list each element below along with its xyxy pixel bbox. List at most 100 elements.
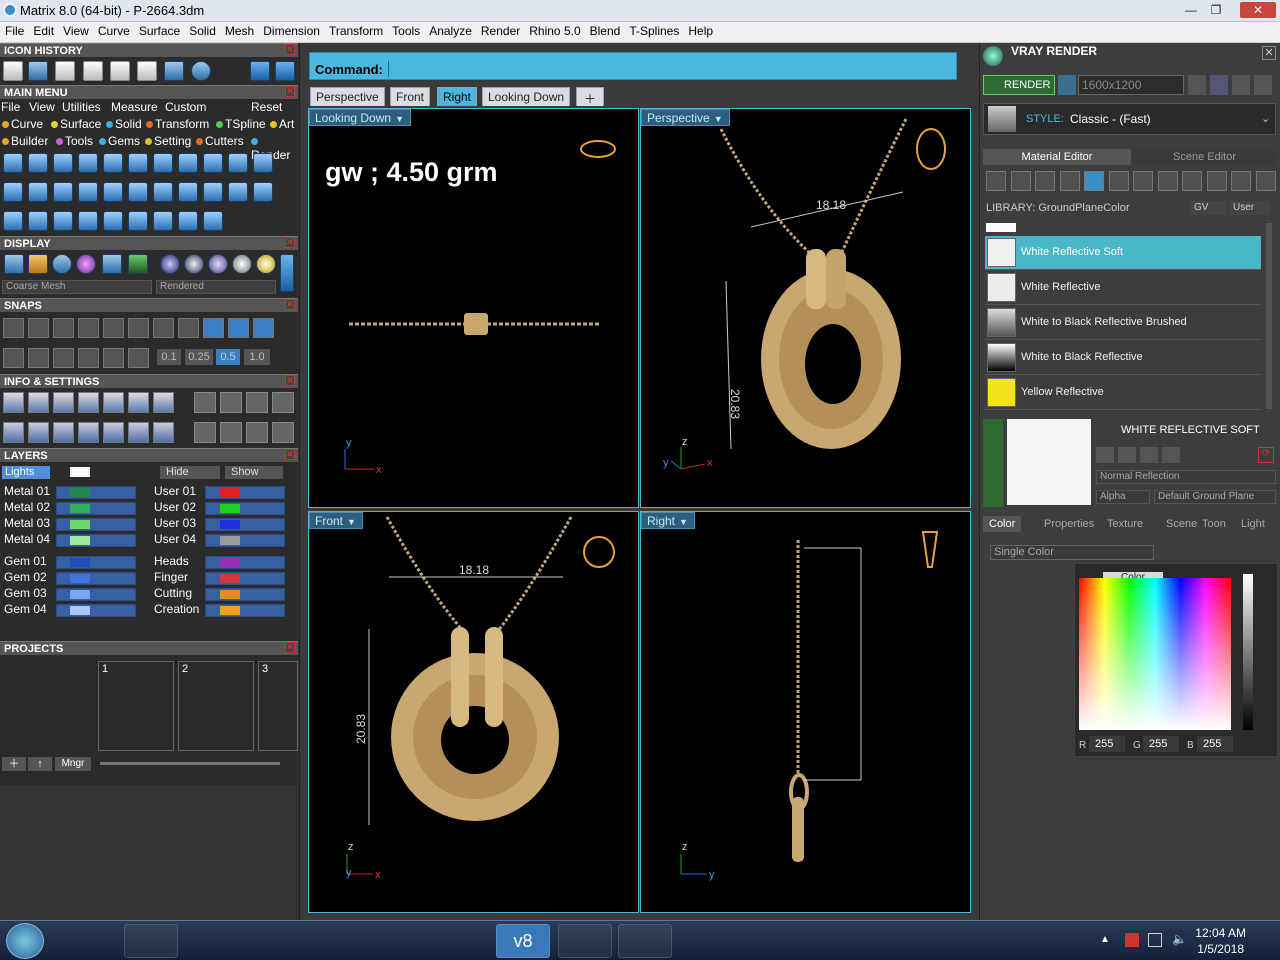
material-tool-8-icon[interactable] — [1157, 171, 1178, 191]
layer-row-controls[interactable] — [56, 534, 136, 547]
info-b7-icon[interactable] — [153, 422, 174, 443]
scan-icon[interactable] — [178, 211, 198, 231]
layer-color-swatch[interactable] — [70, 590, 90, 599]
viewport-looking-down[interactable]: Looking Down ▼ gw ; 4.50 grm y x — [308, 108, 639, 508]
bracket-icon[interactable] — [253, 182, 273, 202]
save-icon[interactable] — [83, 61, 103, 81]
refresh-icon[interactable]: ⟳ — [1258, 447, 1274, 463]
layer-row-controls[interactable] — [56, 588, 136, 601]
command-input[interactable] — [388, 61, 955, 77]
monitor-icon[interactable] — [372, 924, 426, 958]
layer-finger-label[interactable]: Finger — [154, 570, 188, 584]
menu-render[interactable]: Render — [476, 22, 524, 38]
sparkle-icon[interactable] — [203, 182, 223, 202]
close-icon[interactable]: ✕ — [285, 449, 295, 460]
start-button[interactable] — [6, 923, 44, 959]
matrix-ring-2-icon[interactable] — [434, 924, 488, 958]
user-toggle[interactable]: User — [1230, 201, 1270, 215]
layer-color-swatch[interactable] — [220, 574, 240, 583]
menu-surface[interactable]: Surface — [134, 22, 184, 38]
info-6-icon[interactable] — [128, 392, 149, 413]
book-icon[interactable] — [103, 182, 123, 202]
frame-icon[interactable] — [1210, 75, 1228, 95]
setting-4-icon[interactable] — [272, 392, 294, 413]
show-button[interactable]: Show — [225, 466, 283, 479]
snap-tool-5-icon[interactable] — [103, 348, 124, 368]
display-scroll-icon[interactable] — [280, 254, 294, 292]
stack-icon[interactable] — [153, 182, 173, 202]
chain-icon[interactable] — [153, 211, 173, 231]
material-tool-10-icon[interactable] — [1206, 171, 1227, 191]
tab-perspective[interactable]: Perspective — [310, 87, 385, 106]
menu-surface-item[interactable]: Surface — [51, 117, 101, 131]
pencil-icon[interactable] — [3, 153, 23, 173]
layer-color-swatch[interactable] — [70, 520, 90, 529]
tab-light[interactable]: Light — [1235, 516, 1271, 532]
layer-color-swatch[interactable] — [220, 590, 240, 599]
ghost-sphere-icon[interactable] — [76, 254, 96, 274]
tab-toon[interactable]: Toon — [1196, 516, 1232, 532]
rotate-cut-icon[interactable] — [228, 153, 248, 173]
vray-icon[interactable] — [191, 61, 211, 81]
setting-b4-icon[interactable] — [272, 422, 294, 443]
tab-front[interactable]: Front — [390, 87, 431, 106]
snap-tool-6-icon[interactable] — [128, 348, 149, 368]
layer-color-swatch[interactable] — [220, 536, 240, 545]
points-icon[interactable] — [55, 61, 75, 81]
setting-2-icon[interactable] — [220, 392, 242, 413]
grid-view-icon[interactable] — [1254, 75, 1272, 95]
setting-1-icon[interactable] — [194, 392, 216, 413]
snap-7-icon[interactable] — [153, 318, 174, 338]
menu-tools-item[interactable]: Tools — [56, 134, 93, 148]
layer-gem-03-label[interactable]: Gem 03 — [4, 586, 47, 600]
material-item[interactable]: White to Black Reflective Brushed — [985, 306, 1261, 340]
project-up-button[interactable]: ↑ — [28, 757, 52, 771]
info-b4-icon[interactable] — [78, 422, 99, 443]
layer-user-04-label[interactable]: User 04 — [154, 532, 196, 546]
project-slot-1[interactable]: 1 — [98, 661, 174, 751]
material-tool-11-icon[interactable] — [1231, 171, 1251, 191]
menu-solid-item[interactable]: Solid — [106, 117, 142, 131]
material-item[interactable]: White Reflective — [985, 271, 1261, 305]
gem-add-icon[interactable] — [53, 153, 73, 173]
tab-scene-editor[interactable]: Scene Editor — [1133, 149, 1276, 165]
wireframe-icon[interactable] — [4, 254, 24, 274]
layer-gem-02-label[interactable]: Gem 02 — [4, 570, 47, 584]
snap-tool-3-icon[interactable] — [53, 348, 74, 368]
layer-row-controls[interactable] — [205, 556, 285, 569]
history-back-icon[interactable] — [250, 61, 270, 81]
main-menu-measure[interactable]: Measure — [111, 100, 158, 114]
menu-rhino[interactable]: Rhino 5.0 — [524, 22, 584, 38]
menu-transform-item[interactable]: Transform — [146, 117, 209, 131]
info-1-icon[interactable] — [3, 392, 24, 413]
firefox-icon[interactable] — [246, 924, 300, 958]
layer-row-controls[interactable] — [205, 572, 285, 585]
set-icon[interactable] — [153, 153, 173, 173]
layer-color-swatch[interactable] — [70, 488, 90, 497]
ground-plane-select[interactable]: Default Ground Plane — [1154, 490, 1276, 504]
info-b3-icon[interactable] — [53, 422, 74, 443]
info-2-icon[interactable] — [28, 392, 49, 413]
layer-metal-03-label[interactable]: Metal 03 — [4, 516, 50, 530]
layer-color-swatch[interactable] — [220, 504, 240, 513]
main-menu-custom[interactable]: Custom — [165, 100, 206, 114]
material-scrollbar[interactable] — [1266, 223, 1272, 409]
layer-row-controls[interactable] — [205, 486, 285, 499]
display-mode-select[interactable]: Rendered — [156, 280, 276, 294]
layer-user-02-label[interactable]: User 02 — [154, 500, 196, 514]
layer-row-controls[interactable] — [56, 518, 136, 531]
matrix-ring-icon[interactable] — [310, 924, 364, 958]
stone-icon[interactable] — [178, 153, 198, 173]
reflection-select[interactable]: Normal Reflection — [1096, 470, 1276, 484]
layer-color-swatch[interactable] — [220, 520, 240, 529]
menu-solid[interactable]: Solid — [184, 22, 220, 38]
resolution-select[interactable]: 1600x1200 — [1078, 75, 1184, 95]
history-forward-icon[interactable] — [275, 61, 295, 81]
layer-color-swatch[interactable] — [220, 558, 240, 567]
snap-4-icon[interactable] — [78, 318, 99, 338]
main-menu-view[interactable]: View — [29, 100, 55, 114]
tab-looking-down[interactable]: Looking Down — [482, 87, 571, 106]
import-icon[interactable] — [137, 61, 157, 81]
info-4-icon[interactable] — [78, 392, 99, 413]
close-icon[interactable]: ✕ — [285, 375, 295, 386]
